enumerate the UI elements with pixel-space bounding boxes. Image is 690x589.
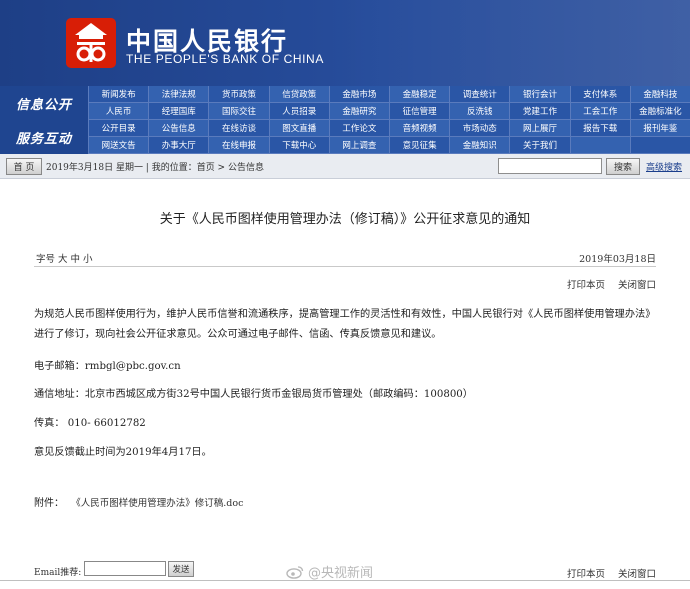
breadcrumb: 2019年3月18日 星期一 | 我的位置：首页 > 公告信息 bbox=[46, 163, 264, 173]
attachment: 附件： 《人民币图样使用管理办法》修订稿.doc bbox=[34, 494, 243, 509]
nav-item[interactable]: 工作论文 bbox=[328, 120, 389, 137]
nav-item[interactable]: 网上展厅 bbox=[509, 120, 570, 137]
watermark-text: @央视新闻 bbox=[308, 566, 374, 581]
main-nav: 信息公开 服务互动 新闻发布 法律法规 货币政策 信贷政策 金融市场 金融稳定 … bbox=[0, 86, 690, 154]
article-title: 关于《人民币图样使用管理办法（修订稿）》公开征求意见的通知 bbox=[159, 212, 531, 227]
nav-grid-service: 公开目录 公告信息 在线访谈 图文直播 工作论文 音频视频 市场动态 网上展厅 … bbox=[88, 120, 690, 154]
nav-item[interactable]: 工会工作 bbox=[569, 103, 630, 120]
close-window-link[interactable]: 关闭窗口 bbox=[618, 280, 656, 291]
nav-item[interactable]: 报告下载 bbox=[569, 120, 630, 137]
email-line: 电子邮箱：rmbgl@pbc.gov.cn bbox=[34, 361, 181, 372]
email-recommend-input[interactable] bbox=[84, 561, 166, 576]
close-window-link[interactable]: 关闭窗口 bbox=[618, 569, 656, 580]
nav-item[interactable]: 金融知识 bbox=[449, 137, 510, 154]
nav-item[interactable]: 网上调查 bbox=[328, 137, 389, 154]
nav-item[interactable]: 新闻发布 bbox=[88, 86, 149, 103]
nav-item[interactable]: 办事大厅 bbox=[148, 137, 209, 154]
article-date: 2019年03月18日 bbox=[579, 254, 656, 265]
bottom-divider bbox=[0, 580, 690, 581]
nav-item[interactable]: 国际交往 bbox=[208, 103, 269, 120]
home-button[interactable]: 首 页 bbox=[6, 158, 42, 175]
nav-item[interactable]: 支付体系 bbox=[569, 86, 630, 103]
nav-item[interactable]: 金融科技 bbox=[629, 86, 690, 103]
nav-item[interactable]: 经理国库 bbox=[148, 103, 209, 120]
nav-item[interactable]: 调查统计 bbox=[449, 86, 510, 103]
search-input[interactable] bbox=[498, 158, 602, 174]
article-body: 为规范人民币图样使用行为，维护人民币信誉和流通秩序，提高管理工作的灵活性和有效性… bbox=[34, 309, 656, 340]
nav-item[interactable]: 意见征集 bbox=[389, 137, 450, 154]
nav-item[interactable]: 音频视频 bbox=[389, 120, 450, 137]
nav-item[interactable]: 在线访谈 bbox=[208, 120, 269, 137]
cctv-news-watermark: @央视新闻 bbox=[286, 562, 373, 581]
location-bar: 首 页 2019年3月18日 星期一 | 我的位置：首页 > 公告信息 搜索 高… bbox=[0, 154, 690, 179]
nav-section-info-disclosure[interactable]: 信息公开 bbox=[0, 86, 88, 120]
deadline-line: 意见反馈截止时间为2019年4月17日。 bbox=[34, 447, 212, 458]
nav-item[interactable]: 在线申报 bbox=[208, 137, 269, 154]
article-tools-bottom: 打印本页 关闭窗口 bbox=[557, 566, 656, 580]
nav-item[interactable]: 征信管理 bbox=[389, 103, 450, 120]
search-button[interactable]: 搜索 bbox=[606, 158, 640, 175]
nav-item[interactable]: 货币政策 bbox=[208, 86, 269, 103]
fax-line: 传真： 010- 66012782 bbox=[34, 418, 146, 429]
nav-item[interactable]: 法律法规 bbox=[148, 86, 209, 103]
nav-item[interactable]: 金融市场 bbox=[328, 86, 389, 103]
nav-item[interactable]: 网送文告 bbox=[88, 137, 149, 154]
nav-item[interactable]: 银行会计 bbox=[509, 86, 570, 103]
nav-item[interactable]: 人民币 bbox=[88, 103, 149, 120]
nav-item[interactable]: 反洗钱 bbox=[449, 103, 510, 120]
header-wash bbox=[330, 0, 690, 86]
nav-item[interactable]: 图文直播 bbox=[268, 120, 329, 137]
email-recommend-label: Email推荐: bbox=[34, 568, 82, 578]
nav-grid-info: 新闻发布 法律法规 货币政策 信贷政策 金融市场 金融稳定 调查统计 银行会计 … bbox=[88, 86, 690, 120]
print-link[interactable]: 打印本页 bbox=[567, 280, 605, 291]
advanced-search-link[interactable]: 高级搜索 bbox=[646, 160, 682, 173]
nav-item[interactable]: 报刊年鉴 bbox=[629, 120, 690, 137]
nav-item-empty bbox=[569, 137, 630, 154]
nav-item[interactable]: 公开目录 bbox=[88, 120, 149, 137]
nav-item[interactable]: 党建工作 bbox=[509, 103, 570, 120]
font-size-controls[interactable]: 字号 大 中 小 bbox=[36, 251, 93, 265]
nav-item[interactable]: 关于我们 bbox=[509, 137, 570, 154]
attachment-label: 附件： bbox=[34, 498, 64, 509]
nav-item[interactable]: 人员招录 bbox=[268, 103, 329, 120]
nav-item-empty bbox=[629, 137, 690, 154]
send-button[interactable]: 发送 bbox=[168, 561, 194, 577]
pboc-logo-icon[interactable] bbox=[64, 16, 118, 70]
site-header: 中国人民银行 THE PEOPLE'S BANK OF CHINA bbox=[0, 0, 690, 86]
address-line: 通信地址：北京市西城区成方街32号中国人民银行货币金银局货币管理处（邮政编码：1… bbox=[34, 389, 473, 400]
nav-item[interactable]: 金融标准化 bbox=[629, 103, 690, 120]
nav-item[interactable]: 公告信息 bbox=[148, 120, 209, 137]
nav-item[interactable]: 金融研究 bbox=[328, 103, 389, 120]
nav-item[interactable]: 信贷政策 bbox=[268, 86, 329, 103]
nav-section-service-interaction[interactable]: 服务互动 bbox=[0, 120, 88, 154]
attachment-file-link[interactable]: 《人民币图样使用管理办法》修订稿.doc bbox=[76, 498, 243, 509]
divider bbox=[34, 266, 656, 267]
nav-item[interactable]: 下载中心 bbox=[268, 137, 329, 154]
print-link[interactable]: 打印本页 bbox=[567, 569, 605, 580]
weibo-icon bbox=[286, 565, 304, 579]
nav-item[interactable]: 金融稳定 bbox=[389, 86, 450, 103]
nav-item[interactable]: 市场动态 bbox=[449, 120, 510, 137]
article-tools-top: 打印本页 关闭窗口 bbox=[557, 277, 656, 291]
bank-name-en: THE PEOPLE'S BANK OF CHINA bbox=[126, 52, 324, 66]
